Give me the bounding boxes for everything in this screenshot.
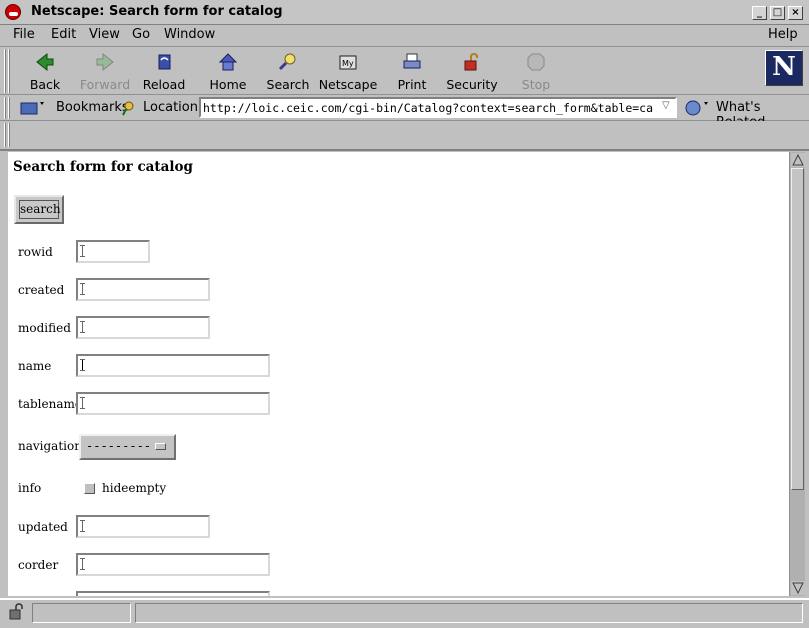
netscape-logo[interactable]: N [765, 50, 803, 86]
location-grip[interactable] [4, 97, 12, 119]
hideempty-label[interactable]: hideempty [102, 481, 166, 495]
home-button[interactable]: Home [198, 49, 258, 93]
search-button[interactable]: Search [258, 49, 318, 93]
corder-input[interactable] [76, 553, 270, 576]
navigation-toolbar: Back Forward Reload Home Search My Netsc… [0, 47, 809, 95]
home-icon [218, 53, 238, 71]
menu-window[interactable]: Window [164, 27, 215, 42]
netscape-button[interactable]: My Netscape [318, 49, 378, 93]
page-content: Search form for catalog search rowid cre… [8, 152, 789, 596]
next-field-input[interactable] [76, 591, 270, 596]
url-input[interactable]: http://loic.ceic.com/cgi-bin/Catalog?con… [199, 97, 677, 118]
name-input[interactable] [76, 354, 270, 377]
back-label: Back [29, 77, 61, 92]
rowid-input[interactable] [76, 240, 150, 263]
maximize-button[interactable]: □ [770, 6, 785, 20]
tablename-input[interactable] [76, 392, 270, 415]
security-lock-icon[interactable] [8, 603, 26, 621]
updated-label: updated [18, 520, 68, 534]
home-label: Home [209, 77, 247, 92]
window-title: Netscape: Search form for catalog [31, 4, 283, 19]
scroll-up-arrow-icon[interactable] [791, 153, 805, 167]
stop-icon [527, 53, 545, 71]
name-label: name [18, 359, 52, 373]
menu-view[interactable]: View [89, 27, 120, 42]
personal-toolbar-grip[interactable] [4, 123, 12, 147]
modified-input[interactable] [76, 316, 210, 339]
svg-text:My: My [342, 59, 354, 68]
menu-go[interactable]: Go [132, 27, 150, 42]
bookmarks-label[interactable]: Bookmarks [56, 100, 129, 115]
menu-help[interactable]: Help [768, 27, 798, 42]
search-icon [278, 53, 296, 71]
updated-input[interactable] [76, 515, 210, 538]
search-submit-button[interactable]: search [14, 195, 64, 224]
navigation-select-value[interactable]: --------- [86, 439, 151, 453]
rowid-label: rowid [18, 245, 53, 259]
modified-label: modified [18, 321, 71, 335]
toolbar-grip[interactable] [4, 49, 12, 93]
back-icon [36, 52, 54, 72]
personal-toolbar [0, 121, 809, 151]
forward-button[interactable]: Forward [75, 49, 135, 93]
vertical-scrollbar[interactable] [789, 152, 805, 596]
corder-label: corder [18, 558, 59, 572]
navigation-select[interactable]: --------- [79, 434, 176, 460]
stop-button[interactable]: Stop [506, 49, 566, 93]
whats-related-icon[interactable] [683, 99, 711, 117]
tablename-label: tablename [18, 397, 82, 411]
print-button[interactable]: Print [382, 49, 442, 93]
progress-panel [32, 603, 131, 623]
stop-label: Stop [521, 77, 551, 92]
security-button[interactable]: Security [442, 49, 502, 93]
menu-file[interactable]: File [13, 27, 35, 42]
back-button[interactable]: Back [15, 49, 75, 93]
location-bar: Bookmarks Location: http://loic.ceic.com… [0, 95, 809, 130]
hideempty-checkbox[interactable] [84, 483, 95, 494]
created-input[interactable] [76, 278, 210, 301]
security-icon [464, 52, 478, 71]
reload-button[interactable]: Reload [134, 49, 194, 93]
reload-label: Reload [142, 77, 186, 92]
url-text[interactable]: http://loic.ceic.com/cgi-bin/Catalog?con… [203, 101, 653, 115]
netscape-icon: My [339, 55, 357, 70]
reload-icon [158, 54, 171, 70]
security-label: Security [446, 77, 498, 92]
forward-label: Forward [79, 77, 131, 92]
status-bar [0, 598, 809, 628]
print-icon [403, 53, 421, 69]
minimize-button[interactable]: _ [752, 6, 767, 20]
redhat-logo-icon[interactable] [5, 4, 21, 20]
info-label: info [18, 481, 42, 495]
search-submit-label[interactable]: search [19, 200, 61, 219]
created-label: created [18, 283, 65, 297]
page-heading: Search form for catalog [13, 159, 193, 175]
search-label: Search [266, 77, 310, 92]
status-message-panel [135, 603, 803, 623]
netscape-label: Netscape [318, 77, 378, 92]
location-label: Location: [143, 100, 203, 115]
close-button[interactable]: × [788, 6, 803, 20]
navigation-label: navigation [18, 439, 82, 453]
page-proxy-icon[interactable] [121, 99, 137, 117]
forward-icon [96, 52, 114, 72]
title-bar: Netscape: Search form for catalog _ □ × [0, 0, 809, 25]
bookmarks-icon[interactable] [20, 99, 46, 117]
menu-bar: File Edit View Go Window Help [0, 25, 809, 47]
print-label: Print [397, 77, 427, 92]
option-menu-indicator-icon [155, 443, 166, 450]
scroll-thumb[interactable] [791, 168, 804, 490]
scroll-down-arrow-icon[interactable] [791, 581, 805, 595]
menu-edit[interactable]: Edit [51, 27, 76, 42]
url-dropdown-icon[interactable]: ▽ [662, 100, 676, 116]
